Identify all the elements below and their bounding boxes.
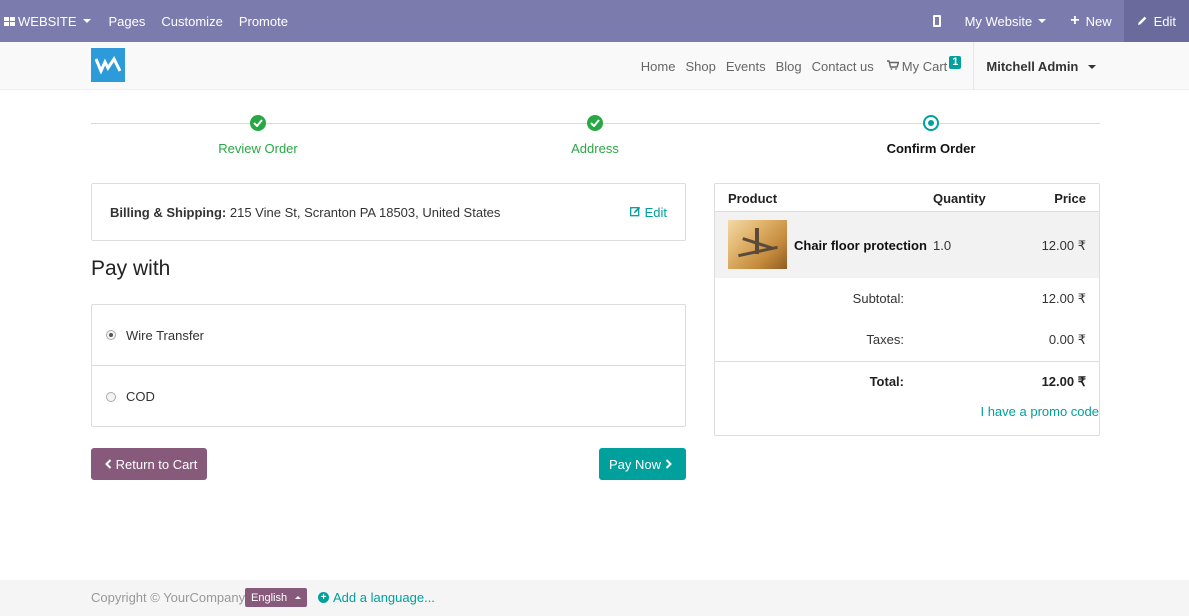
product-name[interactable]: Chair floor protection — [794, 238, 927, 253]
pages-menu[interactable]: Pages — [101, 0, 154, 42]
chevron-right-icon — [665, 457, 672, 472]
check-circle-icon — [250, 115, 266, 131]
plus-icon: + — [1070, 12, 1080, 29]
nav-shop[interactable]: Shop — [680, 59, 720, 74]
payment-methods: Wire Transfer COD — [91, 304, 686, 427]
edit-address-link[interactable]: Edit — [630, 205, 667, 220]
edit-label: Edit — [1153, 13, 1176, 29]
billing-label: Billing & Shipping: — [110, 205, 227, 220]
my-website-menu[interactable]: My Website — [953, 0, 1059, 42]
col-quantity: Quantity — [933, 191, 986, 206]
website-menu[interactable]: WEBSITE — [0, 0, 101, 42]
customize-menu[interactable]: Customize — [153, 0, 230, 42]
admin-bar: WEBSITE Pages Customize Promote My Websi… — [0, 0, 1189, 42]
billing-shipping-box: Billing & Shipping: 215 Vine St, Scranto… — [91, 183, 686, 241]
edit-icon — [630, 205, 645, 220]
pay-now-label: Pay Now — [608, 456, 662, 472]
site-header: Home Shop Events Blog Contact us My Cart… — [0, 42, 1189, 90]
check-circle-icon — [587, 115, 603, 131]
return-to-cart-label: Return to Cart — [115, 456, 198, 472]
pay-now-button[interactable]: Pay Now — [599, 448, 686, 480]
total-value: 12.00 ₹ — [1041, 374, 1086, 389]
wizard-step-label: Confirm Order — [886, 141, 976, 156]
cart-icon — [886, 59, 900, 73]
company-logo[interactable] — [91, 48, 125, 82]
pay-with-heading: Pay with — [91, 257, 171, 280]
caret-down-icon — [1038, 19, 1047, 23]
order-summary-header: Product Quantity Price — [715, 184, 1099, 212]
my-website-label: My Website — [964, 13, 1033, 29]
taxes-label: Taxes: — [866, 332, 904, 347]
apps-grid-icon — [4, 16, 15, 26]
pencil-icon — [1137, 14, 1148, 29]
order-line: Chair floor protection 1.0 12.00 ₹ — [715, 212, 1099, 278]
cart-label: My Cart — [901, 58, 948, 74]
add-language-link[interactable]: + Add a language... — [318, 590, 435, 605]
billing-address: Billing & Shipping: 215 Vine St, Scranto… — [110, 205, 500, 220]
product-price: 12.00 ₹ — [1041, 238, 1086, 253]
caret-down-icon — [1088, 65, 1096, 70]
admin-bar-left: WEBSITE Pages Customize Promote — [0, 0, 296, 42]
new-button[interactable]: + New — [1058, 0, 1123, 42]
user-name: Mitchell Admin — [986, 58, 1079, 74]
website-menu-label: WEBSITE — [18, 13, 77, 29]
new-label: New — [1085, 13, 1112, 29]
order-summary: Product Quantity Price Chair floor prote… — [714, 183, 1100, 436]
plus-circle-icon: + — [318, 592, 329, 603]
product-quantity: 1.0 — [933, 238, 952, 253]
nav-divider — [973, 42, 975, 90]
caret-up-icon — [295, 596, 302, 599]
admin-bar-right: My Website + New Edit — [921, 0, 1189, 42]
product-thumbnail[interactable] — [728, 220, 787, 269]
return-to-cart-button[interactable]: Return to Cart — [91, 448, 207, 480]
promote-menu[interactable]: Promote — [231, 0, 296, 42]
total-row: Total: 12.00 ₹ — [715, 361, 1099, 401]
radio-button-checked[interactable] — [106, 330, 116, 340]
payment-option-wire-transfer[interactable]: Wire Transfer — [92, 305, 685, 366]
language-label: English — [251, 591, 288, 604]
wizard-step-label: Address — [571, 141, 619, 156]
copyright-text: Copyright © YourCompany — [91, 590, 246, 605]
total-label: Total: — [869, 374, 904, 389]
nav-home[interactable]: Home — [636, 59, 681, 74]
chevron-left-icon — [104, 457, 112, 472]
language-selector[interactable]: English — [245, 588, 308, 607]
taxes-value: 0.00 ₹ — [1048, 332, 1086, 347]
payment-option-label: COD — [126, 389, 155, 404]
main-nav: Home Shop Events Blog Contact us My Cart… — [636, 42, 1101, 90]
edit-address-label: Edit — [644, 205, 667, 220]
current-step-icon — [923, 115, 939, 131]
add-language-label: Add a language... — [333, 590, 435, 605]
logo-icon — [95, 56, 121, 74]
radio-button[interactable] — [106, 391, 116, 402]
cart-count-badge: 1 — [949, 55, 962, 69]
wizard-step-label: Review Order — [218, 141, 298, 156]
col-product: Product — [728, 191, 778, 206]
mobile-preview-button[interactable] — [921, 0, 953, 42]
mobile-icon — [932, 15, 941, 27]
subtotal-row: Subtotal: 12.00 ₹ — [715, 291, 1099, 331]
edit-button[interactable]: Edit — [1123, 0, 1189, 42]
nav-cart[interactable]: My Cart 1 — [879, 55, 970, 74]
caret-down-icon — [82, 19, 91, 23]
nav-blog[interactable]: Blog — [771, 59, 807, 74]
subtotal-label: Subtotal: — [852, 291, 904, 306]
nav-contact[interactable]: Contact us — [807, 59, 879, 74]
payment-option-label: Wire Transfer — [126, 327, 205, 343]
user-menu[interactable]: Mitchell Admin — [978, 59, 1101, 74]
billing-address-value: 215 Vine St, Scranton PA 18503, United S… — [226, 205, 501, 220]
nav-events[interactable]: Events — [721, 59, 771, 74]
payment-option-cod[interactable]: COD — [92, 366, 685, 427]
subtotal-value: 12.00 ₹ — [1041, 291, 1086, 306]
footer: Copyright © YourCompany English + Add a … — [0, 580, 1189, 616]
col-price: Price — [1054, 191, 1086, 206]
promo-code-link[interactable]: I have a promo code — [980, 404, 1099, 419]
